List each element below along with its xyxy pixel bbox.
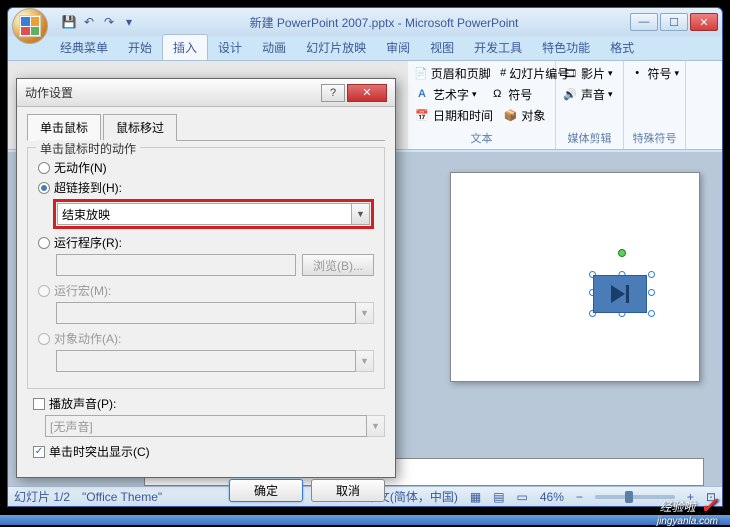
group-text-label: 文本 xyxy=(414,129,549,147)
save-icon[interactable]: 💾 xyxy=(60,13,78,31)
run-program-input xyxy=(56,254,296,276)
dialog-title: 动作设置 xyxy=(25,84,321,101)
label-highlight-click: 单击时突出显示(C) xyxy=(49,443,150,460)
resize-handle[interactable] xyxy=(648,289,655,296)
group-media-label: 媒体剪辑 xyxy=(562,129,617,147)
hyperlink-combo-dropdown[interactable]: ▼ xyxy=(352,203,370,225)
wordart-icon: A xyxy=(414,86,430,102)
resize-handle[interactable] xyxy=(648,310,655,317)
tab-features[interactable]: 特色功能 xyxy=(532,35,600,60)
ribbon-tabs: 经典菜单 开始 插入 设计 动画 幻灯片放映 审阅 视图 开发工具 特色功能 格… xyxy=(8,36,722,60)
titlebar: 💾 ↶ ↷ ▾ 新建 PowerPoint 2007.pptx - Micros… xyxy=(8,8,722,36)
tab-review[interactable]: 审阅 xyxy=(376,35,420,60)
movie-icon: 🎞 xyxy=(562,65,578,81)
maximize-button[interactable]: ☐ xyxy=(660,13,688,31)
tab-home[interactable]: 开始 xyxy=(118,35,162,60)
symbol-button[interactable]: 符号 xyxy=(508,86,532,103)
watermark-text: 经验啦 xyxy=(660,498,696,515)
movie-button[interactable]: 影片 xyxy=(581,65,605,82)
redo-icon[interactable]: ↷ xyxy=(100,13,118,31)
zoom-out-icon[interactable]: − xyxy=(576,490,583,504)
tab-format[interactable]: 格式 xyxy=(600,35,644,60)
tab-classic[interactable]: 经典菜单 xyxy=(50,35,118,60)
selected-shape[interactable] xyxy=(593,265,651,313)
sound-combo: [无声音] xyxy=(45,415,367,437)
label-hyperlink: 超链接到(H): xyxy=(54,179,122,196)
tab-developer[interactable]: 开发工具 xyxy=(464,35,532,60)
view-normal-icon[interactable]: ▦ xyxy=(470,490,481,504)
tab-slideshow[interactable]: 幻灯片放映 xyxy=(296,35,376,60)
checkbox-play-sound[interactable] xyxy=(33,398,45,410)
tab-mouse-over[interactable]: 鼠标移过 xyxy=(103,114,177,141)
object-icon: 📦 xyxy=(502,107,518,123)
view-sorter-icon[interactable]: ▤ xyxy=(493,490,504,504)
sound-button[interactable]: 声音 xyxy=(581,86,605,103)
sound-icon: 🔊 xyxy=(562,86,578,102)
symbol2-icon: • xyxy=(630,65,644,81)
dialog-close-button[interactable]: ✕ xyxy=(347,84,387,102)
rotation-handle[interactable] xyxy=(618,249,626,257)
slide-canvas[interactable] xyxy=(450,172,700,382)
macro-combo xyxy=(56,302,356,324)
tab-design[interactable]: 设计 xyxy=(208,35,252,60)
macro-combo-dropdown: ▼ xyxy=(356,302,374,324)
symbol2-button[interactable]: 符号 xyxy=(647,65,671,82)
tab-insert[interactable]: 插入 xyxy=(162,34,208,60)
tab-mouse-click[interactable]: 单击鼠标 xyxy=(27,114,101,141)
header-footer-button[interactable]: 页眉和页脚 xyxy=(431,65,491,82)
quick-access-toolbar: 💾 ↶ ↷ ▾ xyxy=(60,13,138,31)
label-run-program: 运行程序(R): xyxy=(54,234,122,251)
highlight-box: 结束放映 ▼ xyxy=(53,199,374,229)
minimize-button[interactable]: — xyxy=(630,13,658,31)
window-title: 新建 PowerPoint 2007.pptx - Microsoft Powe… xyxy=(138,14,630,31)
radio-object-action xyxy=(38,333,50,345)
datetime-icon: 📅 xyxy=(414,107,430,123)
tab-view[interactable]: 视图 xyxy=(420,35,464,60)
group-symbols-label: 特殊符号 xyxy=(630,129,679,147)
label-object-action: 对象动作(A): xyxy=(54,330,121,347)
radio-run-program[interactable] xyxy=(38,237,50,249)
fieldset-legend: 单击鼠标时的动作 xyxy=(36,140,140,157)
radio-none[interactable] xyxy=(38,162,50,174)
sound-combo-dropdown: ▼ xyxy=(367,415,385,437)
view-slideshow-icon[interactable]: ▭ xyxy=(517,490,528,504)
undo-icon[interactable]: ↶ xyxy=(80,13,98,31)
close-button[interactable]: ✕ xyxy=(690,13,718,31)
browse-button[interactable]: 浏览(B)... xyxy=(302,254,374,276)
hyperlink-combo[interactable]: 结束放映 xyxy=(57,203,352,225)
watermark-url: jingyanla.com xyxy=(657,516,718,527)
resize-handle[interactable] xyxy=(648,271,655,278)
action-settings-dialog: 动作设置 ? ✕ 单击鼠标 鼠标移过 单击鼠标时的动作 无动作(N) 超链接到(… xyxy=(16,78,396,478)
label-none: 无动作(N) xyxy=(54,159,107,176)
dialog-titlebar[interactable]: 动作设置 ? ✕ xyxy=(17,79,395,107)
radio-run-macro xyxy=(38,285,50,297)
dialog-help-button[interactable]: ? xyxy=(321,84,345,102)
checkbox-highlight-click[interactable]: ✓ xyxy=(33,446,45,458)
datetime-button[interactable]: 日期和时间 xyxy=(433,107,493,124)
radio-hyperlink[interactable] xyxy=(38,182,50,194)
ok-button[interactable]: 确定 xyxy=(229,479,303,502)
watermark: 经验啦 ✓ jingyanla.com xyxy=(660,493,718,519)
office-button[interactable] xyxy=(12,8,48,44)
zoom-level[interactable]: 46% xyxy=(540,490,564,504)
object-action-dropdown: ▼ xyxy=(356,350,374,372)
cancel-button[interactable]: 取消 xyxy=(311,479,385,502)
object-action-combo xyxy=(56,350,356,372)
symbol-icon: Ω xyxy=(489,86,505,102)
label-run-macro: 运行宏(M): xyxy=(54,282,111,299)
action-button-shape[interactable] xyxy=(593,275,647,313)
header-footer-icon: 📄 xyxy=(414,65,428,81)
slide-number-icon: # xyxy=(500,65,506,81)
object-button[interactable]: 对象 xyxy=(521,107,545,124)
qat-dropdown-icon[interactable]: ▾ xyxy=(120,13,138,31)
label-play-sound: 播放声音(P): xyxy=(49,395,116,412)
tab-animation[interactable]: 动画 xyxy=(252,35,296,60)
wordart-button[interactable]: 艺术字 xyxy=(433,86,469,103)
